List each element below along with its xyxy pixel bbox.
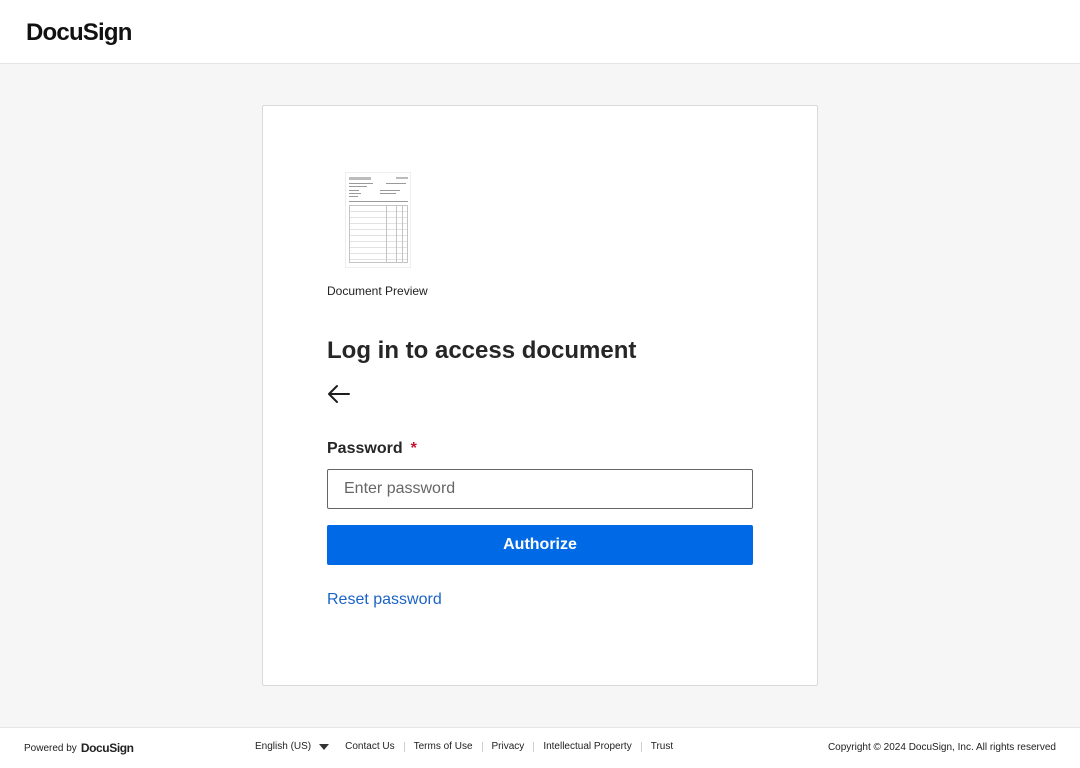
back-button[interactable] <box>327 383 353 405</box>
footer: Powered by DocuSign English (US) Contact… <box>0 727 1080 768</box>
divider <box>533 741 535 752</box>
required-indicator: * <box>410 440 417 457</box>
language-label: English (US) <box>255 741 312 752</box>
arrow-left-icon <box>328 385 350 403</box>
top-bar: DocuSign <box>0 0 1080 64</box>
docusign-logo: DocuSign <box>26 19 132 46</box>
document-preview-label: Document Preview <box>327 284 428 298</box>
divider <box>640 741 642 752</box>
powered-by: Powered by DocuSign <box>24 741 134 755</box>
powered-by-text: Powered by <box>24 742 77 754</box>
footer-links: English (US) Contact Us Terms of Use Pri… <box>255 741 673 752</box>
document-preview-thumbnail[interactable] <box>345 172 411 268</box>
login-card: Document Preview Log in to access docume… <box>262 105 818 686</box>
password-input[interactable] <box>327 469 753 509</box>
privacy-link[interactable]: Privacy <box>492 741 525 752</box>
authorize-button[interactable]: Authorize <box>327 525 753 565</box>
caret-down-icon <box>319 743 330 750</box>
intellectual-property-link[interactable]: Intellectual Property <box>543 741 631 752</box>
language-selector[interactable]: English (US) <box>255 741 345 752</box>
contact-us-link[interactable]: Contact Us <box>345 741 394 752</box>
trust-link[interactable]: Trust <box>651 741 673 752</box>
page-title: Log in to access document <box>327 337 637 364</box>
footer-docusign-logo: DocuSign <box>80 741 134 755</box>
divider <box>481 741 483 752</box>
terms-of-use-link[interactable]: Terms of Use <box>414 741 473 752</box>
divider <box>403 741 405 752</box>
reset-password-link[interactable]: Reset password <box>327 591 442 609</box>
password-label: Password * <box>327 440 417 458</box>
copyright-text: Copyright © 2024 DocuSign, Inc. All righ… <box>827 742 1056 753</box>
password-label-text: Password <box>327 440 403 457</box>
